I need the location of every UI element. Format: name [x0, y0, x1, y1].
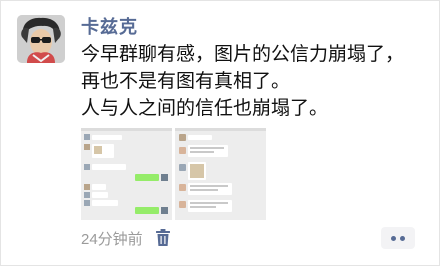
more-dots-icon[interactable]	[381, 227, 415, 249]
post-line: 人与人之间的信任也崩塌了。	[81, 97, 329, 119]
post-images	[81, 128, 266, 220]
post-line: 今早群聊有感，图片的公信力崩塌了，	[81, 43, 405, 65]
post-meta: 24分钟前	[81, 227, 171, 249]
dot	[391, 235, 396, 241]
chat-screenshot-thumbnail[interactable]	[81, 128, 172, 220]
chat-screenshot-thumbnail[interactable]	[175, 128, 266, 220]
moments-post: 卡兹克 今早群聊有感，图片的公信力崩塌了， 再也不是有图有真相了。 人与人之间的…	[0, 0, 440, 266]
chat-screenshot-image	[175, 128, 266, 220]
post-content: 今早群聊有感，图片的公信力崩塌了， 再也不是有图有真相了。 人与人之间的信任也崩…	[81, 41, 431, 122]
avatar-illustration	[17, 15, 65, 63]
author-avatar[interactable]	[17, 15, 65, 63]
chat-screenshot-image	[81, 128, 172, 220]
dot	[400, 235, 405, 241]
post-line: 再也不是有图有真相了。	[81, 70, 291, 92]
post-timestamp: 24分钟前	[81, 230, 143, 248]
trash-icon[interactable]	[155, 229, 171, 247]
author-name[interactable]: 卡兹克	[81, 13, 138, 39]
